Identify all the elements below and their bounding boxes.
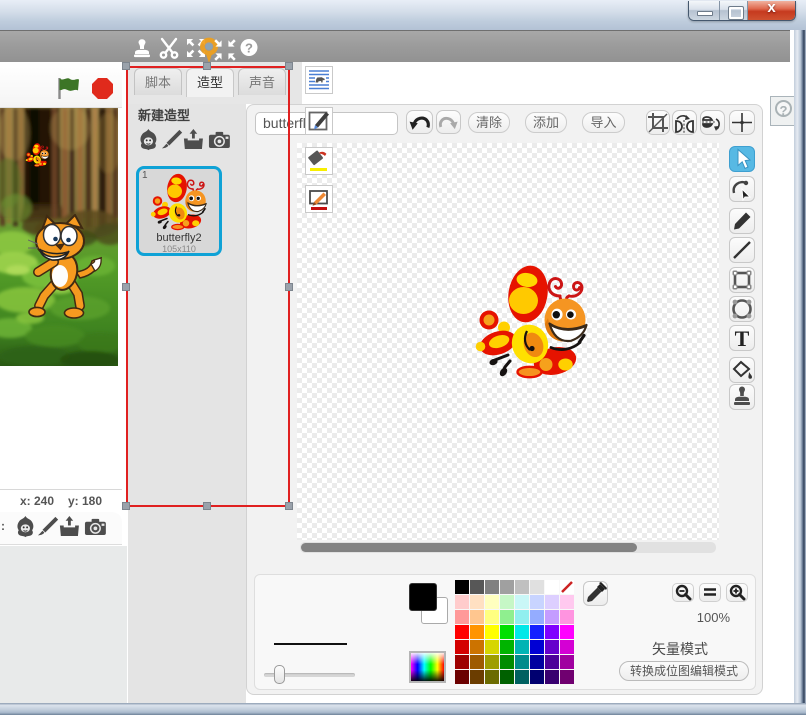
svg-text:?: ? <box>245 41 253 56</box>
svg-text:T: T <box>735 326 750 350</box>
